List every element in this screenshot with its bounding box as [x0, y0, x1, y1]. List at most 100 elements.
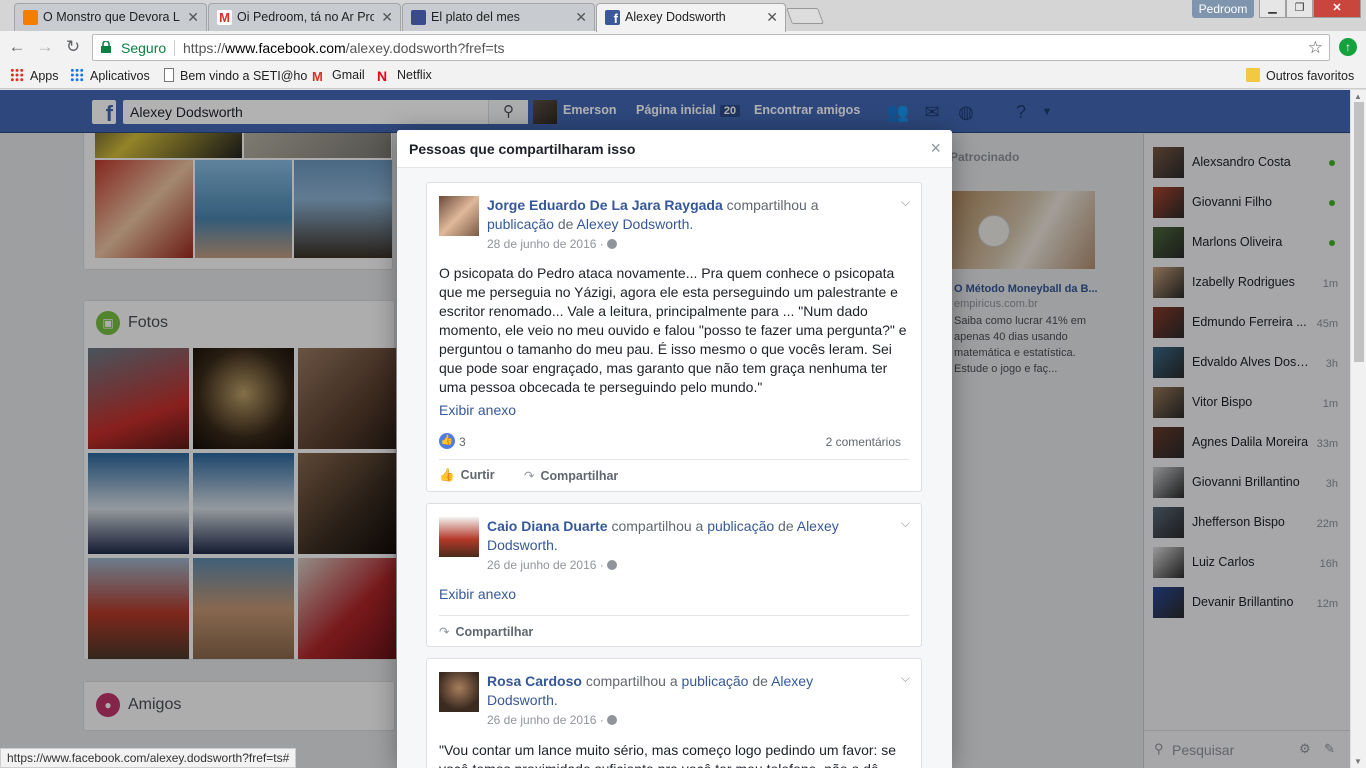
publication-link[interactable]: publicação — [707, 518, 774, 534]
like-count[interactable]: 3 — [459, 435, 466, 449]
avatar[interactable] — [439, 196, 479, 236]
view-attachment-link[interactable]: Exibir anexo — [439, 586, 516, 602]
share-button[interactable]: ↷ Compartilhar — [439, 624, 533, 639]
author-link[interactable]: Caio Diana Duarte — [487, 518, 608, 534]
chevron-down-icon[interactable]: ⌵ — [901, 671, 910, 686]
divider — [174, 40, 175, 56]
bookmark-netflix[interactable]: N Netflix — [377, 68, 432, 83]
close-tab-icon[interactable]: ✕ — [575, 4, 587, 30]
view-attachment-link[interactable]: Exibir anexo — [439, 402, 516, 418]
like-button[interactable]: 👍 Curtir — [439, 468, 495, 483]
author-link[interactable]: Rosa Cardoso — [487, 673, 582, 689]
publication-link[interactable]: publicação — [682, 673, 749, 689]
post-date[interactable]: 26 de junho de 2016 · — [487, 558, 617, 572]
publication-link[interactable]: publicação — [487, 216, 554, 232]
post-date[interactable]: 26 de junho de 2016 · — [487, 713, 617, 727]
apps-grid-icon — [10, 68, 24, 82]
author-link[interactable]: Jorge Eduardo De La Jara Raygada — [487, 197, 723, 213]
tab-plato[interactable]: El plato del mes ✕ — [402, 3, 595, 31]
shared-text: compartilhou a — [726, 197, 819, 213]
browser-toolbar: ← → ↻ Seguro https://www.facebook.com/al… — [0, 31, 1366, 63]
help-icon[interactable]: ? — [1009, 100, 1033, 124]
close-tab-icon[interactable]: ✕ — [381, 4, 393, 30]
close-tab-icon[interactable]: ✕ — [187, 4, 199, 30]
chevron-down-icon[interactable]: ⌵ — [901, 195, 910, 210]
home-link[interactable]: Página inicial 20 — [636, 103, 741, 117]
dialog-title: Pessoas que compartilharam isso — [409, 141, 636, 157]
date-text: 28 de junho de 2016 · — [487, 237, 604, 251]
new-tab-button[interactable] — [786, 8, 824, 24]
share-button[interactable]: ↷ Compartilhar — [524, 468, 618, 483]
facebook-logo[interactable]: f — [92, 100, 116, 126]
shared-post: Caio Diana Duarte compartilhou a publica… — [426, 503, 922, 647]
scroll-up-icon[interactable]: ▲ — [1354, 92, 1362, 101]
avatar[interactable] — [533, 100, 557, 124]
share-arrow-icon: ↷ — [439, 625, 450, 639]
like-reaction-icon[interactable]: 👍 — [439, 433, 455, 449]
bookmark-label: Netflix — [397, 68, 432, 82]
search-icon[interactable]: ⚲ — [488, 100, 528, 124]
find-friends-link[interactable]: Encontrar amigos — [754, 103, 860, 117]
maximize-icon[interactable]: ❐ — [1286, 0, 1313, 18]
shared-post: Jorge Eduardo De La Jara Raygada compart… — [426, 182, 922, 492]
avatar[interactable] — [439, 517, 479, 557]
scroll-thumb[interactable] — [1354, 102, 1364, 362]
scroll-down-icon[interactable]: ▼ — [1354, 757, 1362, 766]
status-bar-url: https://www.facebook.com/alexey.dodswort… — [0, 748, 297, 768]
share-label: Compartilhar — [540, 469, 619, 483]
close-window-icon[interactable]: ✕ — [1313, 0, 1361, 18]
bookmark-seti[interactable]: Bem vindo a SETI@ho — [164, 68, 307, 83]
facebook-icon: f — [605, 10, 620, 26]
minimize-icon[interactable]: ▁ — [1259, 0, 1286, 18]
globe-icon — [606, 239, 617, 249]
url-host: www.facebook.com — [225, 40, 346, 56]
back-icon[interactable]: ← — [7, 37, 27, 57]
close-icon[interactable]: × — [930, 138, 941, 159]
url-scheme: https:// — [183, 40, 226, 56]
chevron-down-icon[interactable]: ▼ — [1035, 100, 1059, 124]
post-date[interactable]: 28 de junho de 2016 · — [487, 237, 617, 251]
messenger-icon[interactable]: ✉ — [920, 100, 944, 124]
bookmark-star-icon[interactable]: ☆ — [1308, 38, 1323, 58]
divider — [439, 615, 909, 616]
bookmark-aplicativos[interactable]: Aplicativos — [70, 68, 150, 83]
reload-icon[interactable]: ↻ — [63, 37, 83, 57]
extension-icon[interactable]: ↑ — [1339, 38, 1357, 56]
address-bar[interactable]: Seguro https://www.facebook.com/alexey.d… — [92, 34, 1330, 61]
search-input[interactable]: Alexey Dodsworth — [123, 100, 528, 124]
avatar[interactable] — [439, 672, 479, 712]
profile-link[interactable]: Emerson — [563, 103, 617, 117]
tab-blog[interactable]: O Monstro que Devora L ✕ — [14, 3, 207, 31]
tab-gmail[interactable]: M Oi Pedroom, tá no Ar Pro ✕ — [208, 3, 401, 31]
bookmark-apps[interactable]: Apps — [10, 68, 59, 83]
home-count-badge: 20 — [719, 105, 741, 117]
chevron-down-icon[interactable]: ⌵ — [901, 516, 910, 531]
bookmark-label: Apps — [30, 69, 59, 83]
tab-strip: O Monstro que Devora L ✕ M Oi Pedroom, t… — [0, 0, 1366, 32]
page-scrollbar[interactable]: ▲ ▼ — [1350, 90, 1366, 768]
home-label: Página inicial — [636, 103, 716, 117]
comment-count[interactable]: 2 comentários — [826, 435, 901, 449]
bookmark-label: Gmail — [332, 68, 365, 82]
share-arrow-icon: ↷ — [524, 469, 535, 483]
shared-post: Rosa Cardoso compartilhou a publicação d… — [426, 658, 922, 768]
bookmark-others[interactable]: Outros favoritos — [1246, 68, 1354, 83]
forward-icon[interactable]: → — [35, 37, 55, 57]
friend-requests-icon[interactable]: 👥 — [886, 100, 910, 124]
bookmark-gmail[interactable]: M Gmail — [312, 68, 365, 84]
date-text: 26 de junho de 2016 · — [487, 558, 604, 572]
site-icon — [411, 10, 426, 25]
tab-facebook[interactable]: f Alexey Dodsworth ✕ — [596, 3, 786, 32]
share-label: Compartilhar — [455, 625, 534, 639]
date-text: 26 de junho de 2016 · — [487, 713, 604, 727]
profile-button[interactable]: Pedroom — [1192, 0, 1254, 18]
facebook-header: f Alexey Dodsworth ⚲ Emerson Página inic… — [0, 90, 1350, 133]
close-tab-icon[interactable]: ✕ — [766, 4, 778, 30]
notifications-globe-icon[interactable]: ◍ — [954, 100, 978, 124]
gmail-icon: M — [217, 10, 232, 25]
owner-link[interactable]: Alexey Dodsworth. — [577, 216, 694, 232]
divider — [439, 459, 909, 460]
post-text: O psicopata do Pedro ataca novamente... … — [439, 265, 907, 395]
url-text[interactable]: https://www.facebook.com/alexey.dodswort… — [183, 40, 505, 56]
bookmark-label: Outros favoritos — [1266, 69, 1355, 83]
